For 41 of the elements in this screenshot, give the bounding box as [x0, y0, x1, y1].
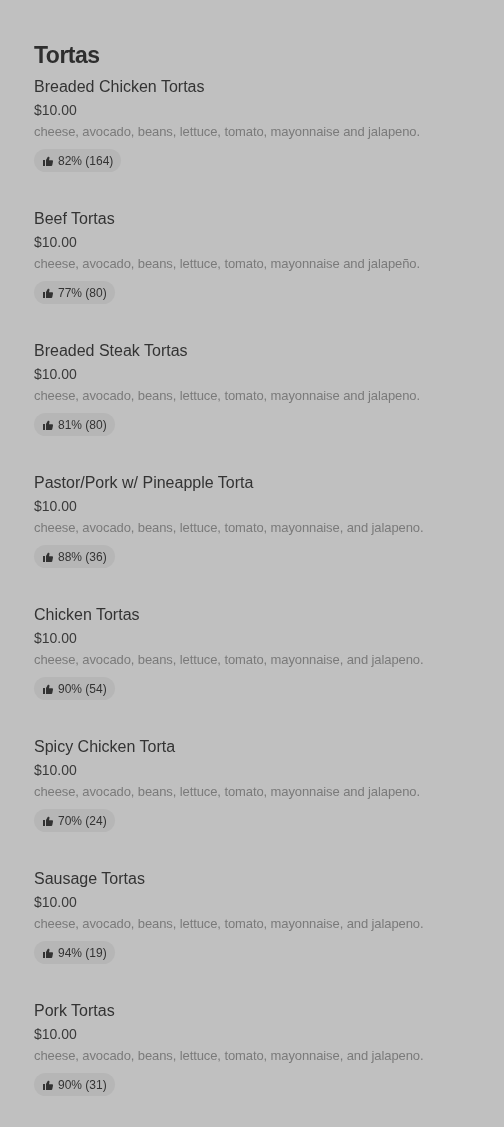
item-name[interactable]: Chicken Tortas	[34, 605, 140, 625]
rating-badge: 90% (54)	[34, 677, 115, 700]
item-description: cheese, avocado, beans, lettuce, tomato, mayonnaise and jalapeno.	[34, 387, 420, 405]
item-description: cheese, avocado, beans, lettuce, tomato, mayonnaise, and jalapeno.	[34, 915, 424, 933]
rating-badge: 70% (24)	[34, 809, 115, 832]
item-name[interactable]: Breaded Chicken Tortas	[34, 77, 205, 97]
section-title: Tortas	[34, 41, 100, 69]
thumbs-up-icon	[42, 682, 54, 695]
rating-badge: 77% (80)	[34, 281, 115, 304]
item-name[interactable]: Beef Tortas	[34, 209, 115, 229]
item-description: cheese, avocado, beans, lettuce, tomato, mayonnaise and jalapeño.	[34, 255, 420, 273]
item-price: $10.00	[34, 365, 77, 383]
item-name[interactable]: Sausage Tortas	[34, 869, 145, 889]
rating-badge: 90% (31)	[34, 1073, 115, 1096]
item-description: cheese, avocado, beans, lettuce, tomato, mayonnaise and jalapeno.	[34, 123, 420, 141]
item-name[interactable]: Pastor/Pork w/ Pineapple Torta	[34, 473, 254, 493]
item-name[interactable]: Spicy Chicken Torta	[34, 737, 176, 757]
thumbs-up-icon	[42, 286, 54, 299]
thumbs-up-icon	[42, 550, 54, 563]
rating-badge: 94% (19)	[34, 941, 115, 964]
thumbs-up-icon	[42, 154, 54, 167]
thumbs-up-icon	[42, 946, 54, 959]
item-price: $10.00	[34, 761, 77, 779]
item-price: $10.00	[34, 233, 77, 251]
rating-badge: 88% (36)	[34, 545, 115, 568]
item-description: cheese, avocado, beans, lettuce, tomato, mayonnaise, and jalapeno.	[34, 651, 424, 669]
item-description: cheese, avocado, beans, lettuce, tomato, mayonnaise, and jalapeno.	[34, 519, 424, 537]
item-name[interactable]: Breaded Steak Tortas	[34, 341, 188, 361]
thumbs-up-icon	[42, 1078, 54, 1091]
item-price: $10.00	[34, 893, 77, 911]
item-description: cheese, avocado, beans, lettuce, tomato, mayonnaise, and jalapeno.	[34, 1047, 424, 1065]
thumbs-up-icon	[42, 418, 54, 431]
item-price: $10.00	[34, 1025, 77, 1043]
item-price: $10.00	[34, 497, 77, 515]
rating-badge: 81% (80)	[34, 413, 115, 436]
item-name[interactable]: Pork Tortas	[34, 1001, 115, 1021]
item-description: cheese, avocado, beans, lettuce, tomato, mayonnaise and jalapeno.	[34, 783, 420, 801]
rating-badge: 82% (164)	[34, 149, 122, 172]
item-price: $10.00	[34, 629, 77, 647]
thumbs-up-icon	[42, 814, 54, 827]
item-price: $10.00	[34, 101, 77, 119]
